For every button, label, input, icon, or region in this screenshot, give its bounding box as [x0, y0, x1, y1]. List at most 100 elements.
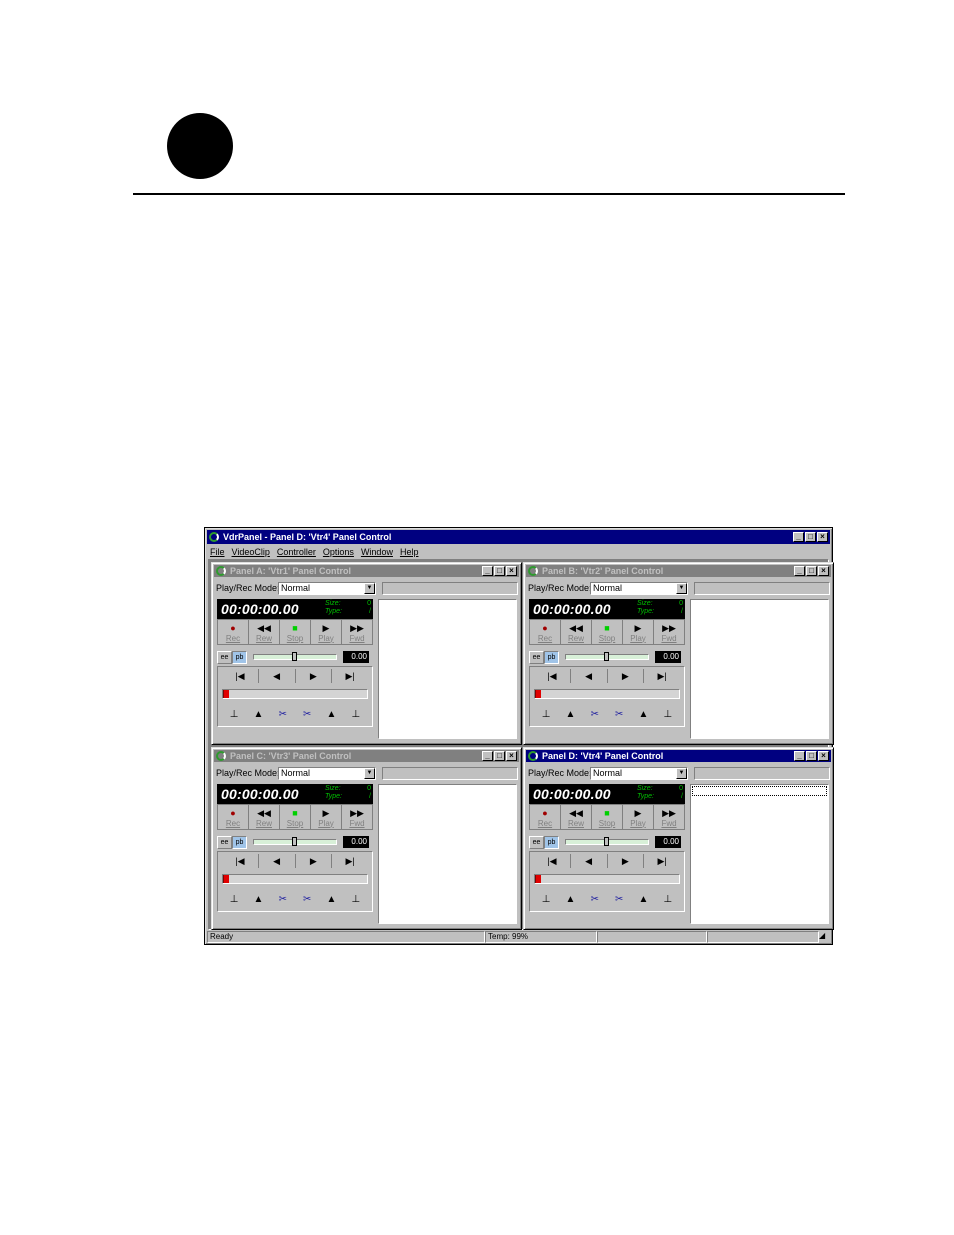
cut-out-icon[interactable]: ✂ [295, 707, 319, 723]
goto-start-icon[interactable]: |◀ [222, 669, 259, 683]
panel-titlebar[interactable]: Panel A: 'Vtr1' Panel Control _ □ × [214, 565, 519, 577]
goto-start-icon[interactable]: |◀ [222, 854, 259, 868]
pb-button[interactable]: pb [544, 650, 559, 664]
goto-out-icon[interactable]: ▲ [631, 707, 655, 723]
panel-maximize-button[interactable]: □ [494, 566, 505, 576]
position-bar[interactable] [222, 689, 368, 699]
fwd-button[interactable]: ▶▶ Fwd [654, 620, 684, 644]
panel-close-button[interactable]: × [818, 566, 829, 576]
mode-select[interactable]: Normal ▼ [590, 581, 688, 595]
menu-help[interactable]: Help [400, 547, 419, 557]
goto-in-icon[interactable]: ▲ [558, 707, 582, 723]
pb-button[interactable]: pb [544, 835, 559, 849]
rec-button[interactable]: ● Rec [530, 620, 561, 644]
stop-button[interactable]: ■ Stop [280, 620, 311, 644]
shuttle-slider[interactable] [253, 652, 337, 661]
menu-options[interactable]: Options [323, 547, 354, 557]
rew-button[interactable]: ◀◀ Rew [249, 620, 280, 644]
panel-titlebar[interactable]: Panel B: 'Vtr2' Panel Control _ □ × [526, 565, 831, 577]
menu-window[interactable]: Window [361, 547, 393, 557]
panel-maximize-button[interactable]: □ [806, 566, 817, 576]
rec-button[interactable]: ● Rec [218, 805, 249, 829]
fwd-button[interactable]: ▶▶ Fwd [342, 805, 372, 829]
play-button[interactable]: ▶ Play [623, 620, 654, 644]
panel-titlebar[interactable]: Panel C: 'Vtr3' Panel Control _ □ × [214, 750, 519, 762]
panel-minimize-button[interactable]: _ [794, 751, 805, 761]
position-marker[interactable] [223, 690, 229, 698]
rew-button[interactable]: ◀◀ Rew [249, 805, 280, 829]
mark-out-icon[interactable]: ⊥ [656, 892, 680, 908]
mark-in-icon[interactable]: ⊥ [222, 892, 246, 908]
rew-button[interactable]: ◀◀ Rew [561, 620, 592, 644]
goto-start-icon[interactable]: |◀ [534, 854, 571, 868]
resize-grip-icon[interactable]: ◢ [819, 931, 829, 943]
goto-end-icon[interactable]: ▶| [332, 854, 368, 868]
step-forward-icon[interactable]: ▶ [296, 669, 333, 683]
rec-button[interactable]: ● Rec [218, 620, 249, 644]
panel-maximize-button[interactable]: □ [494, 751, 505, 761]
play-button[interactable]: ▶ Play [623, 805, 654, 829]
ee-button[interactable]: ee [529, 835, 544, 849]
pb-button[interactable]: pb [232, 650, 247, 664]
step-back-icon[interactable]: ◀ [571, 854, 608, 868]
position-marker[interactable] [223, 875, 229, 883]
step-back-icon[interactable]: ◀ [259, 669, 296, 683]
goto-end-icon[interactable]: ▶| [332, 669, 368, 683]
stop-button[interactable]: ■ Stop [592, 805, 623, 829]
ee-button[interactable]: ee [217, 650, 232, 664]
clip-list[interactable] [378, 599, 517, 739]
chevron-down-icon[interactable]: ▼ [676, 582, 687, 594]
fwd-button[interactable]: ▶▶ Fwd [342, 620, 372, 644]
mark-out-icon[interactable]: ⊥ [344, 707, 368, 723]
shuttle-slider[interactable] [253, 837, 337, 846]
slider-thumb[interactable] [292, 837, 297, 846]
panel-close-button[interactable]: × [818, 751, 829, 761]
goto-in-icon[interactable]: ▲ [246, 707, 270, 723]
cut-in-icon[interactable]: ✂ [583, 892, 607, 908]
position-bar[interactable] [534, 874, 680, 884]
mark-in-icon[interactable]: ⊥ [534, 707, 558, 723]
position-marker[interactable] [535, 690, 541, 698]
mark-out-icon[interactable]: ⊥ [656, 707, 680, 723]
panel-close-button[interactable]: × [506, 751, 517, 761]
clip-list[interactable] [690, 784, 829, 924]
position-marker[interactable] [535, 875, 541, 883]
menu-videoclip[interactable]: VideoClip [232, 547, 270, 557]
mark-in-icon[interactable]: ⊥ [534, 892, 558, 908]
step-back-icon[interactable]: ◀ [571, 669, 608, 683]
rec-button[interactable]: ● Rec [530, 805, 561, 829]
position-bar[interactable] [534, 689, 680, 699]
panel-close-button[interactable]: × [506, 566, 517, 576]
goto-in-icon[interactable]: ▲ [246, 892, 270, 908]
menu-file[interactable]: File [210, 547, 225, 557]
mark-in-icon[interactable]: ⊥ [222, 707, 246, 723]
goto-out-icon[interactable]: ▲ [631, 892, 655, 908]
rew-button[interactable]: ◀◀ Rew [561, 805, 592, 829]
close-button[interactable]: × [817, 532, 828, 542]
step-back-icon[interactable]: ◀ [259, 854, 296, 868]
panel-maximize-button[interactable]: □ [806, 751, 817, 761]
chevron-down-icon[interactable]: ▼ [364, 582, 375, 594]
slider-thumb[interactable] [292, 652, 297, 661]
stop-button[interactable]: ■ Stop [280, 805, 311, 829]
play-button[interactable]: ▶ Play [311, 805, 342, 829]
goto-end-icon[interactable]: ▶| [644, 669, 680, 683]
goto-out-icon[interactable]: ▲ [319, 707, 343, 723]
menu-controller[interactable]: Controller [277, 547, 316, 557]
minimize-button[interactable]: _ [793, 532, 804, 542]
panel-titlebar[interactable]: Panel D: 'Vtr4' Panel Control _ □ × [526, 750, 831, 762]
chevron-down-icon[interactable]: ▼ [676, 767, 687, 779]
cut-out-icon[interactable]: ✂ [607, 892, 631, 908]
maximize-button[interactable]: □ [805, 532, 816, 542]
panel-minimize-button[interactable]: _ [482, 566, 493, 576]
shuttle-slider[interactable] [565, 652, 649, 661]
ee-button[interactable]: ee [529, 650, 544, 664]
mode-select[interactable]: Normal ▼ [278, 581, 376, 595]
panel-minimize-button[interactable]: _ [794, 566, 805, 576]
cut-in-icon[interactable]: ✂ [271, 707, 295, 723]
cut-in-icon[interactable]: ✂ [271, 892, 295, 908]
slider-thumb[interactable] [604, 837, 609, 846]
step-forward-icon[interactable]: ▶ [608, 669, 645, 683]
play-button[interactable]: ▶ Play [311, 620, 342, 644]
clip-list[interactable] [690, 599, 829, 739]
